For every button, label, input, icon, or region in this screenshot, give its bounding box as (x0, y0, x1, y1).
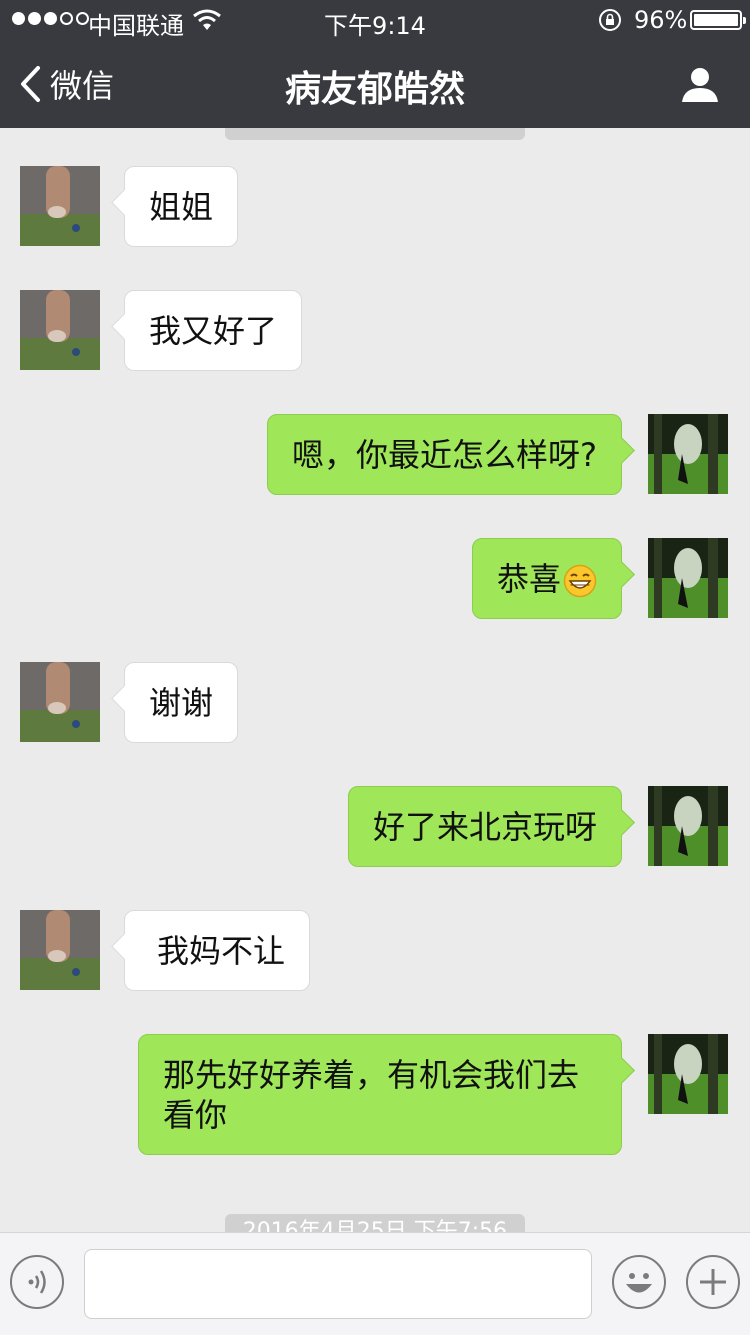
voice-input-button[interactable] (10, 1255, 64, 1309)
message-bubble[interactable]: 我又好了 (111, 290, 303, 371)
avatar[interactable] (20, 662, 100, 742)
contact-profile-icon[interactable] (680, 64, 720, 104)
more-button[interactable] (686, 1255, 740, 1309)
emoji-button[interactable] (612, 1255, 666, 1309)
message-bubble[interactable]: 谢谢 (111, 662, 239, 743)
battery-icon (690, 10, 746, 30)
avatar[interactable] (20, 290, 100, 370)
message-input[interactable] (84, 1249, 592, 1319)
avatar[interactable] (648, 786, 728, 866)
avatar[interactable] (20, 910, 100, 990)
rotation-lock-icon (599, 9, 621, 31)
voice-icon (28, 1270, 46, 1294)
avatar[interactable] (648, 538, 728, 618)
message-bubble[interactable]: 好了来北京玩呀 (347, 786, 635, 867)
navigation-bar: 中国联通 下午9:14 96% 微信 病友郁皓然 (0, 0, 750, 128)
chat-input-bar (0, 1232, 750, 1335)
smiley-icon (626, 1273, 652, 1293)
status-bar: 中国联通 下午9:14 96% (0, 0, 750, 40)
battery-percent: 96% (634, 6, 688, 34)
message-bubble[interactable]: 姐姐 (111, 166, 239, 247)
plus-icon (700, 1269, 726, 1295)
message-bubble[interactable]: 恭喜 (471, 538, 635, 619)
avatar[interactable] (648, 414, 728, 494)
page-title: 病友郁皓然 (284, 69, 465, 110)
message-bubble[interactable]: 我妈不让 (111, 910, 311, 991)
avatar[interactable] (20, 166, 100, 246)
message-bubble[interactable]: 嗯，你最近怎么样呀? (267, 414, 635, 495)
message-bubble[interactable]: 那先好好养着，有机会我们去看你 (138, 1034, 635, 1155)
avatar[interactable] (648, 1034, 728, 1114)
grinning-face-emoji-icon (563, 564, 597, 598)
